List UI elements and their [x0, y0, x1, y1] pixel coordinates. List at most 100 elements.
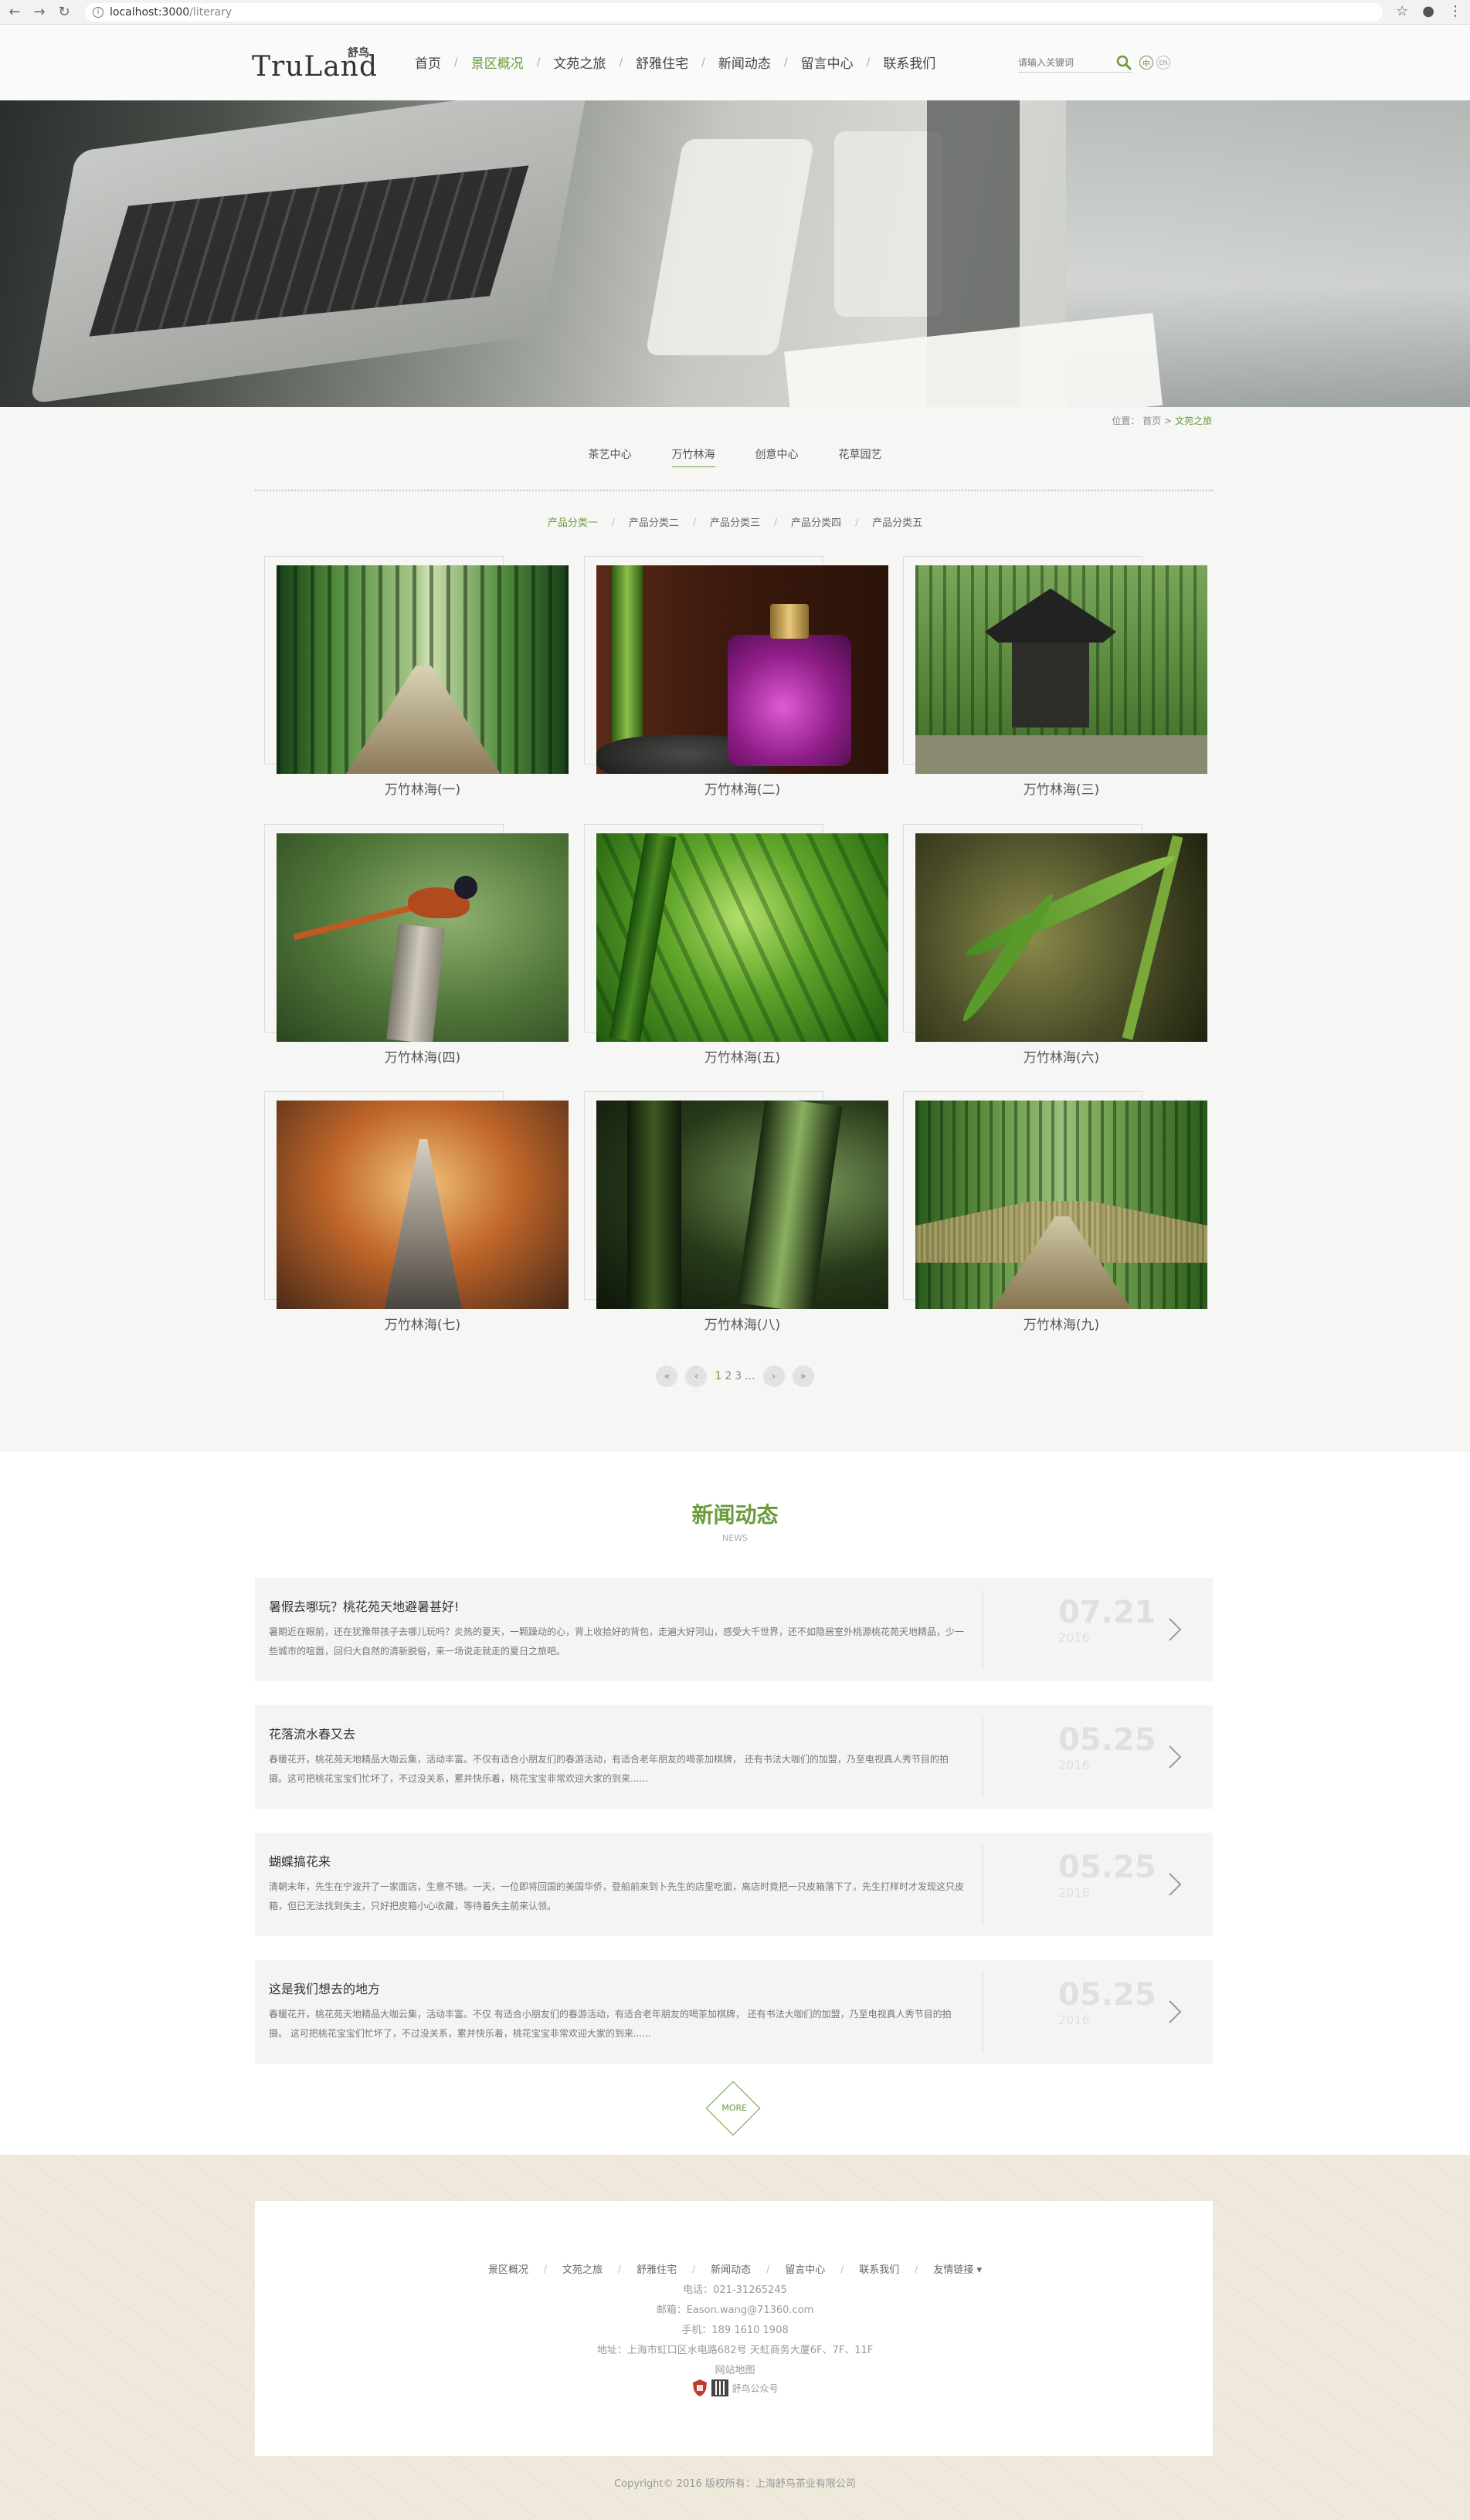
chevron-right-icon[interactable]	[1163, 1614, 1187, 1645]
footer-nav: 景区概况 / 文苑之旅 / 舒雅住宅 / 新闻动态 / 留言中心 / 联系我们 …	[0, 2261, 1470, 2277]
gallery-image[interactable]	[596, 565, 888, 774]
news-item[interactable]: 暑假去哪玩？桃花苑天地避暑甚好! 暑期近在眼前，还在犹豫带孩子去哪儿玩吗？炎热的…	[255, 1578, 1213, 1681]
search-input[interactable]	[1018, 57, 1111, 68]
page-3[interactable]: 3	[735, 1370, 742, 1382]
lang-en-button[interactable]: EN	[1156, 56, 1170, 70]
forward-icon[interactable]: →	[29, 2, 49, 22]
gallery-caption[interactable]: 万竹林海(六)	[903, 1046, 1220, 1066]
search-icon[interactable]	[1115, 54, 1132, 71]
back-icon[interactable]: ←	[5, 2, 25, 22]
news-item[interactable]: 蝴蝶搞花来 清朝末年，先生在宁波开了一家面店，生意不错。一天，一位即将回国的美国…	[255, 1833, 1213, 1936]
footer-link-friends[interactable]: 友情链接 ▾	[918, 2261, 997, 2276]
gallery-image[interactable]	[277, 565, 569, 774]
reload-icon[interactable]: ↻	[54, 2, 74, 22]
footer-link-contact[interactable]: 联系我们	[844, 2261, 915, 2276]
breadcrumb: 位置： 首页 > 文苑之旅	[1112, 414, 1212, 427]
news-title[interactable]: 花落流水春又去	[269, 1724, 355, 1742]
gallery-caption[interactable]: 万竹林海(二)	[584, 778, 901, 798]
chevron-right-icon[interactable]	[1163, 1742, 1187, 1772]
logo[interactable]: TruLand 舒鸟	[252, 40, 377, 86]
chevron-right-icon[interactable]	[1163, 1869, 1187, 1900]
nav-residence[interactable]: 舒雅住宅	[623, 53, 701, 72]
gallery-image[interactable]	[915, 1101, 1207, 1309]
gallery-image[interactable]	[277, 833, 569, 1042]
gallery-card[interactable]: 万竹林海(八)	[584, 1091, 888, 1338]
gallery-card[interactable]: 万竹林海(一)	[264, 556, 569, 803]
gallery-caption[interactable]: 万竹林海(四)	[264, 1046, 581, 1066]
nav-contact[interactable]: 联系我们	[870, 53, 949, 72]
tab-bamboo-sea[interactable]: 万竹林海	[671, 446, 715, 467]
footer-email[interactable]: 邮箱：Eason.wang@71360.com	[0, 2301, 1470, 2316]
gallery-card[interactable]: 万竹林海(五)	[584, 824, 888, 1071]
footer-mobile: 手机：189 1610 1908	[681, 2325, 789, 2336]
news-date: 05.25	[1058, 1722, 1156, 1758]
gallery-caption[interactable]: 万竹林海(七)	[264, 1314, 581, 1333]
gallery-image[interactable]	[596, 833, 888, 1042]
gallery-image[interactable]	[915, 565, 1207, 774]
nav-news[interactable]: 新闻动态	[705, 53, 784, 72]
gallery-image[interactable]	[596, 1101, 888, 1309]
chevron-right-icon[interactable]	[1163, 1996, 1187, 2027]
footer-link-news[interactable]: 新闻动态	[695, 2261, 766, 2276]
breadcrumb-current[interactable]: 文苑之旅	[1175, 415, 1212, 426]
tab-gardening[interactable]: 花草园艺	[839, 446, 882, 467]
footer-link-scenic[interactable]: 景区概况	[473, 2261, 544, 2276]
category-5[interactable]: 产品分类五	[858, 514, 936, 529]
gallery-image[interactable]	[277, 1101, 569, 1309]
footer-link-literary[interactable]: 文苑之旅	[547, 2261, 618, 2276]
footer-link-messages[interactable]: 留言中心	[769, 2261, 840, 2276]
category-2[interactable]: 产品分类二	[615, 514, 693, 529]
gallery-card[interactable]: 万竹林海(九)	[903, 1091, 1207, 1338]
nav-messages[interactable]: 留言中心	[788, 53, 867, 72]
gallery-caption[interactable]: 万竹林海(八)	[584, 1314, 901, 1333]
url-host: localhost:3000	[110, 5, 190, 19]
gallery-caption[interactable]: 万竹林海(一)	[264, 778, 581, 798]
gallery-image[interactable]	[915, 833, 1207, 1042]
gallery-card[interactable]: 万竹林海(六)	[903, 824, 1207, 1071]
banner-chair	[645, 139, 815, 355]
gallery-card[interactable]: 万竹林海(七)	[264, 1091, 569, 1338]
footer-link-residence[interactable]: 舒雅住宅	[621, 2261, 692, 2276]
footer-sitemap[interactable]: 网站地图	[0, 2362, 1470, 2376]
hero-banner	[0, 100, 1470, 407]
news-year: 2016	[1058, 1630, 1090, 1645]
news-title[interactable]: 暑假去哪玩？桃花苑天地避暑甚好!	[269, 1596, 459, 1615]
tab-tea-art[interactable]: 茶艺中心	[589, 446, 632, 467]
info-icon[interactable]: i	[93, 6, 104, 18]
news-title[interactable]: 这是我们想去的地方	[269, 1979, 380, 1997]
last-page-button[interactable]: »	[792, 1365, 814, 1387]
news-year: 2016	[1058, 1758, 1090, 1772]
tab-creative[interactable]: 创意中心	[755, 446, 799, 467]
page-1[interactable]: 1	[715, 1370, 721, 1382]
gallery-card[interactable]: 万竹林海(四)	[264, 824, 569, 1071]
category-4[interactable]: 产品分类四	[777, 514, 855, 529]
lang-cn-button[interactable]: 中	[1139, 56, 1153, 70]
nav-scenic-overview[interactable]: 景区概况	[458, 53, 537, 72]
bookmark-star-icon[interactable]: ☆	[1396, 3, 1408, 19]
breadcrumb-home[interactable]: 首页	[1142, 415, 1161, 426]
footer-wechat[interactable]: 舒鸟公众号	[732, 2382, 778, 2395]
gallery-caption[interactable]: 万竹林海(三)	[903, 778, 1220, 798]
shield-icon	[693, 2379, 708, 2396]
news-title[interactable]: 蝴蝶搞花来	[269, 1851, 331, 1870]
page-2[interactable]: 2	[725, 1370, 732, 1382]
account-icon[interactable]: ●	[1422, 3, 1434, 19]
more-label: MORE	[721, 2103, 748, 2114]
gallery-caption[interactable]: 万竹林海(五)	[584, 1046, 901, 1066]
banner-chair	[834, 131, 942, 317]
news-item[interactable]: 这是我们想去的地方 春暖花开，桃花苑天地精品大咖云集，活动丰富。不仅 有适合小朋…	[255, 1960, 1213, 2064]
gallery-card[interactable]: 万竹林海(三)	[903, 556, 1207, 803]
menu-icon[interactable]: ⋮	[1448, 3, 1462, 19]
prev-page-button[interactable]: ‹	[685, 1365, 708, 1387]
gallery-caption[interactable]: 万竹林海(九)	[903, 1314, 1220, 1333]
qr-code-icon[interactable]	[711, 2379, 729, 2396]
category-3[interactable]: 产品分类三	[696, 514, 774, 529]
nav-literary-tour[interactable]: 文苑之旅	[540, 53, 619, 72]
gallery-card[interactable]: 万竹林海(二)	[584, 556, 888, 803]
first-page-button[interactable]: «	[656, 1365, 678, 1387]
next-page-button[interactable]: ›	[762, 1365, 785, 1387]
news-item[interactable]: 花落流水春又去 春暖花开，桃花苑天地精品大咖云集，活动丰富。不仅有适合小朋友们的…	[255, 1705, 1213, 1809]
category-1[interactable]: 产品分类一	[534, 514, 612, 529]
nav-home[interactable]: 首页	[402, 53, 454, 72]
address-bar[interactable]: i localhost:3000/literary	[85, 2, 1383, 22]
